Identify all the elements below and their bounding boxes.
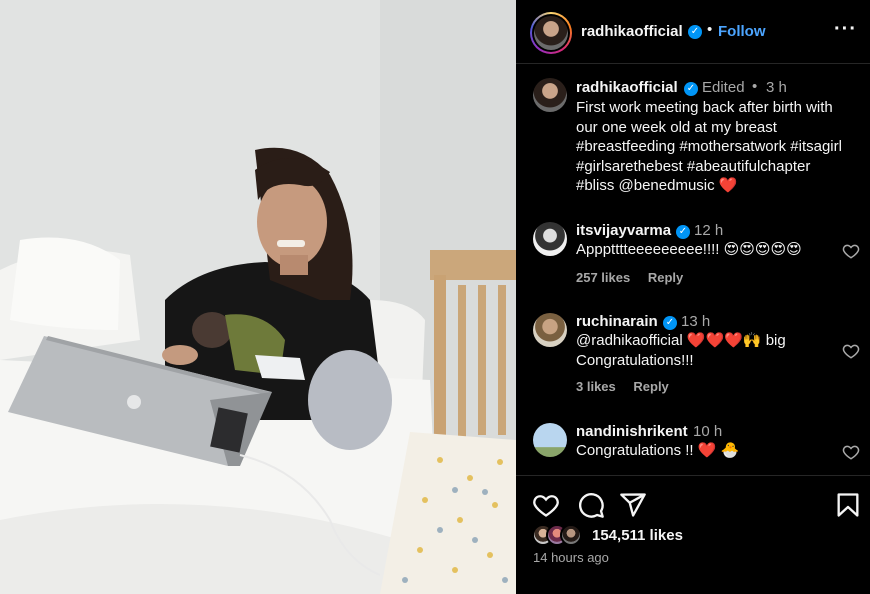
caption-line: #bliss @benedmusic ❤️	[576, 177, 738, 194]
post-side-panel: radhikaofficial ✓ • Follow ··· radhikaof…	[516, 0, 870, 594]
comment-text: Congratulations !! ❤️ 🐣	[576, 441, 866, 461]
post-header: radhikaofficial ✓ • Follow ···	[516, 0, 870, 64]
caption-line: First work meeting back after birth with	[576, 99, 833, 116]
comment-time: 10 h	[693, 423, 723, 440]
reply-button[interactable]: Reply	[648, 270, 683, 285]
verified-badge-icon: ✓	[676, 225, 690, 239]
comment-icon[interactable]	[577, 491, 605, 519]
comment-line: Appptttteeeeeeeee!!!! 😍😍😍😍😍	[576, 241, 802, 258]
caption-line: #breastfeeding #mothersatwork #itsagirl	[576, 138, 842, 155]
comment-time: 13 h	[681, 313, 711, 330]
comment-line: Congratulations!!!	[576, 351, 694, 369]
avatar[interactable]	[534, 16, 568, 50]
caption-text: First work meeting back after birth with…	[576, 98, 866, 196]
heart-icon[interactable]	[842, 443, 860, 461]
caption-line: #girlsarethebest #abeautifulchapter	[576, 157, 811, 175]
comment-likes[interactable]: 3 likes	[576, 379, 616, 394]
separator-dot: •	[752, 78, 758, 95]
comment-likes[interactable]: 257 likes	[576, 270, 630, 285]
heart-icon[interactable]	[842, 242, 860, 260]
comment-time: 12 h	[694, 222, 724, 239]
avatar[interactable]	[533, 222, 567, 256]
header-username[interactable]: radhikaofficial	[581, 23, 683, 40]
save-bookmark-icon[interactable]	[834, 491, 862, 519]
share-icon[interactable]	[619, 491, 647, 519]
reply-button[interactable]: Reply	[633, 379, 668, 394]
comment-text: @radhikaofficial ❤️❤️❤️🙌 big Congratulat…	[576, 331, 866, 370]
comment-line: Congratulations !! ❤️ 🐣	[576, 442, 740, 459]
separator-dot: •	[707, 21, 713, 38]
comment-username[interactable]: nandinishrikent	[576, 423, 688, 440]
post-timestamp: 14 hours ago	[533, 550, 609, 565]
avatar[interactable]	[533, 423, 567, 457]
comment-actions: 257 likes Reply	[576, 270, 697, 285]
heart-icon[interactable]	[842, 342, 860, 360]
comment-text: Appptttteeeeeeeee!!!! 😍😍😍😍😍	[576, 240, 866, 260]
comment-username[interactable]: itsvijayvarma	[576, 222, 671, 239]
likes-count[interactable]: 154,511 likes	[592, 527, 683, 544]
verified-badge-icon: ✓	[663, 316, 677, 330]
comments-list[interactable]: radhikaofficial ✓ Edited • 3 h First wor…	[516, 64, 870, 475]
more-horizontal-icon[interactable]: ···	[834, 18, 857, 41]
verified-badge-icon: ✓	[684, 82, 698, 96]
caption-time: 3 h	[766, 79, 787, 96]
follow-button[interactable]: Follow	[718, 23, 766, 40]
avatar	[560, 524, 582, 546]
comment-username[interactable]: ruchinarain	[576, 313, 658, 330]
caption-username[interactable]: radhikaofficial	[576, 79, 678, 96]
post-image	[0, 0, 516, 594]
caption-line: our one week old at my breast	[576, 118, 777, 136]
liked-by-avatars[interactable]	[532, 524, 592, 546]
edited-label: Edited	[702, 79, 745, 96]
comment-line: @radhikaofficial ❤️❤️❤️🙌 big	[576, 332, 786, 349]
avatar[interactable]	[533, 313, 567, 347]
like-heart-icon[interactable]	[532, 491, 560, 519]
story-ring[interactable]	[530, 12, 572, 54]
verified-badge-icon: ✓	[688, 25, 702, 39]
comment-actions: 3 likes Reply	[576, 379, 683, 394]
avatar[interactable]	[533, 78, 567, 112]
